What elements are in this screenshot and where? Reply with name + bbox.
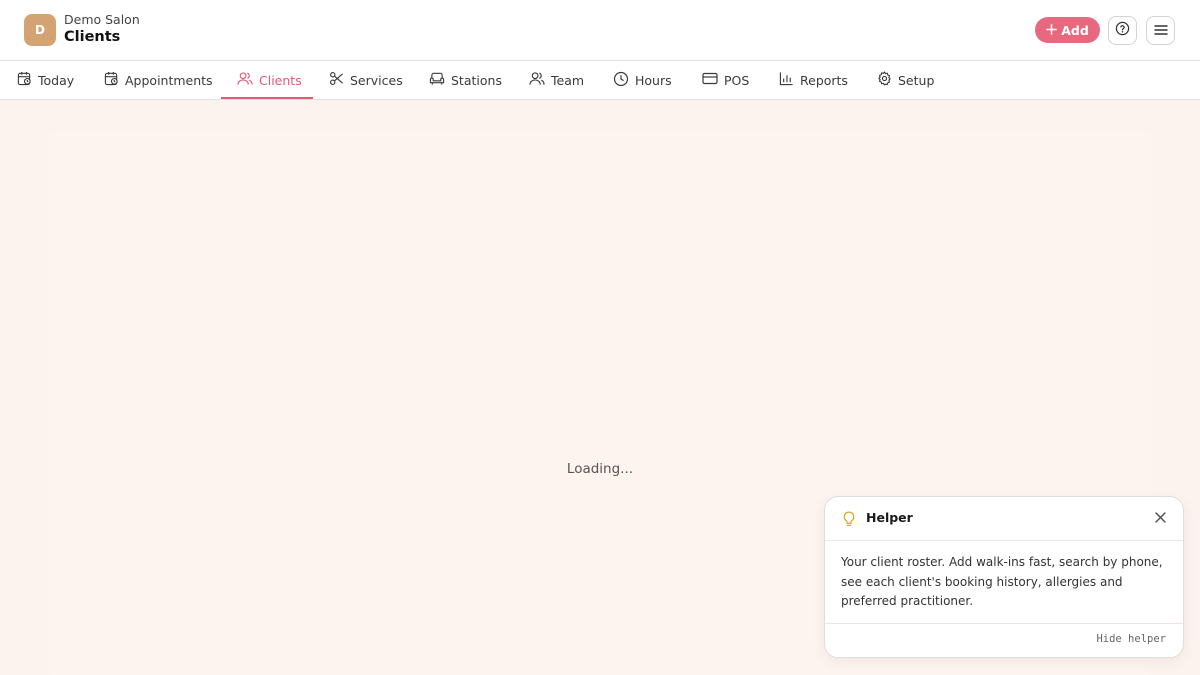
hide-helper-button[interactable]: Hide helper: [1096, 633, 1166, 645]
tab-label: Team: [551, 72, 585, 88]
tab-label: Today: [38, 72, 75, 88]
tab-today[interactable]: Today: [17, 61, 74, 99]
tab-clients[interactable]: Clients: [237, 61, 302, 99]
loading-indicator: Loading...: [566, 461, 634, 477]
page-title: Clients: [64, 29, 121, 45]
tab-stations[interactable]: Stations: [429, 61, 502, 99]
lightbulb-icon: [842, 511, 856, 531]
main-nav: Today Appointments Clients Services Stat…: [0, 61, 1200, 100]
tab-label: Setup: [898, 72, 935, 88]
helper-title: Helper: [866, 510, 913, 525]
calendar-clock-icon: [104, 71, 119, 89]
team-icon: [529, 71, 545, 89]
add-button-label: Add: [1061, 22, 1089, 38]
salon-name: Demo Salon: [64, 12, 140, 27]
helper-text: Your client roster. Add walk-ins fast, s…: [841, 555, 1163, 608]
tab-label: Reports: [800, 72, 848, 88]
plus-icon: [1046, 23, 1058, 38]
calendar-today-icon: [17, 71, 32, 89]
salon-avatar: D: [24, 14, 56, 46]
scissors-icon: [329, 71, 344, 89]
helper-panel: Helper Your client roster. Add walk-ins …: [824, 496, 1184, 658]
tab-label: Clients: [259, 72, 302, 88]
tab-label: Services: [350, 72, 403, 88]
bar-chart-icon: [779, 71, 794, 89]
tab-services[interactable]: Services: [329, 61, 403, 99]
help-circle-icon: [1115, 21, 1130, 40]
armchair-icon: [429, 71, 445, 89]
gear-icon: [877, 71, 892, 89]
helper-header: Helper: [825, 497, 1183, 541]
users-icon: [237, 71, 253, 89]
tab-label: Appointments: [125, 72, 213, 88]
tab-team[interactable]: Team: [529, 61, 584, 99]
add-button[interactable]: Add: [1035, 17, 1100, 43]
app-header: D Demo Salon Clients Add: [0, 0, 1200, 61]
credit-card-icon: [702, 72, 718, 88]
tab-appointments[interactable]: Appointments: [104, 61, 213, 99]
tab-pos[interactable]: POS: [702, 61, 749, 99]
tab-label: Stations: [451, 72, 502, 88]
close-icon[interactable]: [1152, 509, 1168, 525]
tab-setup[interactable]: Setup: [877, 61, 934, 99]
tab-label: POS: [724, 72, 750, 88]
helper-divider: [825, 623, 1183, 624]
hamburger-icon: [1153, 21, 1168, 40]
tab-hours[interactable]: Hours: [613, 61, 672, 99]
tab-reports[interactable]: Reports: [779, 61, 848, 99]
clock-icon: [613, 71, 629, 90]
menu-button[interactable]: [1146, 16, 1175, 45]
help-button[interactable]: [1108, 16, 1137, 45]
tab-label: Hours: [635, 72, 672, 88]
active-tab-indicator: [221, 97, 313, 99]
